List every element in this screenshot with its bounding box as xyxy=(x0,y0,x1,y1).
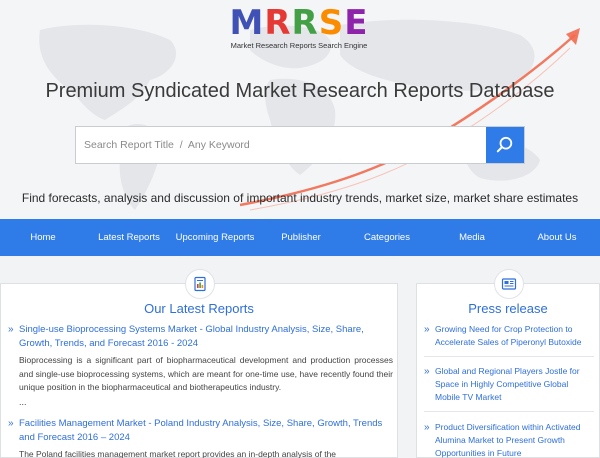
newspaper-icon xyxy=(494,269,524,299)
hero-banner: MRRSE Market Research Reports Search Eng… xyxy=(0,0,600,219)
hero-subtitle: Find forecasts, analysis and discussion … xyxy=(21,191,579,205)
latest-reports-panel: Our Latest Reports Single-use Bioprocess… xyxy=(0,269,398,458)
logo-letter: S xyxy=(318,3,345,43)
search-bar xyxy=(75,126,525,164)
nav-home[interactable]: Home xyxy=(0,232,86,243)
press-release-title: Press release xyxy=(468,301,548,316)
press-divider xyxy=(424,356,594,357)
site-logo[interactable]: MRRSE Market Research Reports Search Eng… xyxy=(224,6,374,52)
report-description: The Poland facilities management market … xyxy=(19,449,337,458)
nav-about-us[interactable]: About Us xyxy=(514,232,600,243)
press-item-link[interactable]: Growing Need for Crop Protection to Acce… xyxy=(424,323,594,349)
nav-latest-reports[interactable]: Latest Reports xyxy=(86,232,172,243)
report-document-icon xyxy=(185,269,215,299)
report-more[interactable]: ... xyxy=(8,396,393,408)
nav-upcoming-reports[interactable]: Upcoming Reports xyxy=(172,232,258,243)
logo-tagline: Market Research Reports Search Engine xyxy=(230,41,368,50)
search-icon xyxy=(496,136,513,153)
logo-letter: R xyxy=(291,3,319,43)
report-title-link[interactable]: Facilities Management Market - Poland In… xyxy=(8,417,393,444)
search-button[interactable] xyxy=(486,127,524,163)
page-title: Premium Syndicated Market Research Repor… xyxy=(45,80,555,102)
logo-letter: M xyxy=(229,3,265,43)
logo-wordmark: MRRSE xyxy=(224,6,374,40)
press-item-link[interactable]: Global and Regional Players Jostle for S… xyxy=(424,365,594,404)
press-divider xyxy=(424,411,594,412)
press-release-panel: Press release Growing Need for Crop Prot… xyxy=(416,269,600,458)
press-item: Growing Need for Crop Protection to Acce… xyxy=(424,323,594,349)
nav-publisher[interactable]: Publisher xyxy=(258,232,344,243)
latest-reports-title: Our Latest Reports xyxy=(144,301,254,316)
report-title-link[interactable]: Single-use Bioprocessing Systems Market … xyxy=(8,323,393,350)
press-item-link[interactable]: Product Diversification within Activated… xyxy=(424,421,594,458)
logo-letter: R xyxy=(264,3,292,43)
logo-letter: E xyxy=(344,3,369,43)
nav-media[interactable]: Media xyxy=(430,232,514,243)
report-item: Single-use Bioprocessing Systems Market … xyxy=(8,323,393,408)
report-description: Bioprocessing is a significant part of b… xyxy=(19,355,393,392)
search-input[interactable] xyxy=(76,127,486,163)
report-item: Facilities Management Market - Poland In… xyxy=(8,417,393,458)
press-item: Product Diversification within Activated… xyxy=(424,421,594,458)
main-nav: Home Latest Reports Upcoming Reports Pub… xyxy=(0,219,600,256)
press-item: Global and Regional Players Jostle for S… xyxy=(424,365,594,404)
nav-categories[interactable]: Categories xyxy=(344,232,430,243)
